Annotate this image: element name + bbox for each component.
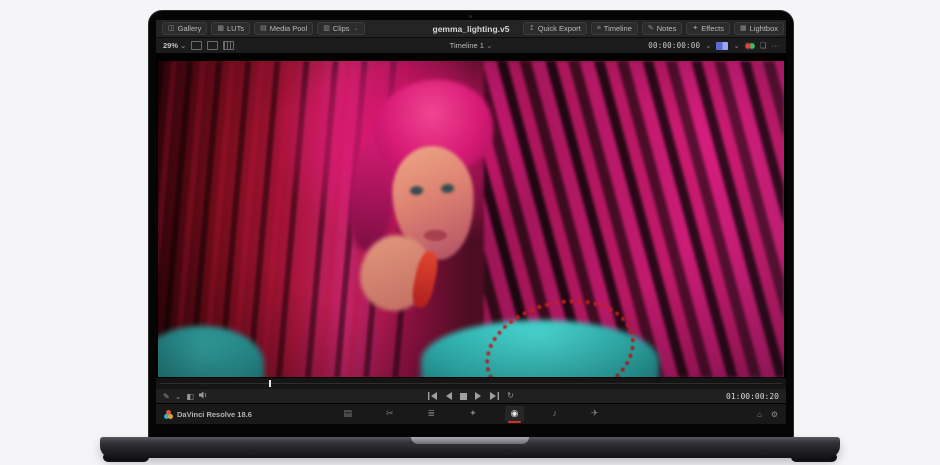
- webcam-icon: [469, 15, 472, 18]
- lid-groove: [411, 437, 529, 444]
- single-clip-view-icon[interactable]: [191, 41, 202, 50]
- toolbar-right-group: ↥ Quick Export ≡ Timeline ✎ Notes ✦ Effe…: [523, 22, 784, 36]
- playhead-marker[interactable]: [269, 380, 271, 387]
- quick-export-label: Quick Export: [538, 25, 581, 33]
- stop-button[interactable]: [460, 393, 467, 400]
- clips-icon: ▥: [323, 25, 330, 32]
- scopes-icon[interactable]: [745, 42, 755, 50]
- main-toolbar: ◫ Gallery ▦ LUTs ▤ Media Pool ▥ Clips: [156, 20, 786, 38]
- page-tabs: ▤ ✂ ≣ ✦ ◉ ♪ ✈: [156, 406, 786, 422]
- desktop-background: ◫ Gallery ▦ LUTs ▤ Media Pool ▥ Clips: [0, 0, 940, 465]
- viewer-scrub-bar[interactable]: [156, 377, 786, 389]
- quick-export-icon: ↥: [529, 25, 535, 32]
- viewer-zoom-value: 29%: [163, 41, 178, 50]
- play-button[interactable]: [475, 392, 482, 400]
- step-back-button[interactable]: [445, 392, 452, 400]
- page-navigation-bar: DaVinci Resolve 18.6 ▤ ✂ ≣ ✦ ◉ ♪ ✈ ⌂ ⚙: [156, 403, 786, 424]
- viewer-zoom-select[interactable]: 29% ⌄: [163, 41, 186, 50]
- lightbox-button[interactable]: ▦ Lightbox: [734, 22, 784, 36]
- luts-icon: ▦: [217, 25, 224, 32]
- timeline-name: Timeline 1: [450, 41, 484, 50]
- timeline-button[interactable]: ≡ Timeline: [591, 22, 638, 36]
- skip-to-start-button[interactable]: [428, 392, 437, 400]
- toolbar-left-group: ◫ Gallery ▦ LUTs ▤ Media Pool ▥ Clips: [162, 22, 369, 36]
- page-tab-cut[interactable]: ✂: [380, 406, 400, 422]
- effects-label: Effects: [701, 25, 724, 33]
- media-pool-label: Media Pool: [270, 25, 308, 33]
- chevron-down-icon: ⌄: [180, 41, 186, 50]
- page-tab-fairlight[interactable]: ♪: [546, 406, 563, 422]
- transport-bar: ✎ ⌄ ◧: [156, 389, 786, 403]
- viewer-timecode[interactable]: 00:00:00:00: [648, 41, 700, 50]
- graded-clip-image: [158, 61, 784, 377]
- davinci-resolve-window: ◫ Gallery ▦ LUTs ▤ Media Pool ▥ Clips: [156, 20, 786, 424]
- lightbox-icon: ▦: [740, 25, 747, 32]
- media-pool-button[interactable]: ▤ Media Pool: [254, 22, 313, 36]
- chevron-down-icon: ⌄: [354, 26, 359, 32]
- transport-controls: ↻: [156, 392, 786, 400]
- loop-playback-button[interactable]: ↻: [507, 392, 514, 400]
- chevron-down-icon: ⌄: [705, 41, 711, 50]
- timeline-label: Timeline: [604, 25, 632, 33]
- image-wipe-icon[interactable]: [223, 41, 234, 50]
- page-tab-color[interactable]: ◉: [505, 406, 525, 422]
- timeline-icon: ≡: [597, 25, 601, 32]
- vignette-overlay: [158, 61, 784, 377]
- scrub-track: [160, 383, 782, 384]
- clips-label: Clips: [333, 25, 350, 33]
- skip-to-end-button[interactable]: [490, 392, 499, 400]
- laptop-lid: ◫ Gallery ▦ LUTs ▤ Media Pool ▥ Clips: [148, 10, 794, 437]
- viewer-toolbar: 29% ⌄ Timeline 1 ⌄ 00:00:00:00 ⌄ ⌄: [156, 38, 786, 54]
- gallery-label: Gallery: [178, 25, 202, 33]
- luts-button[interactable]: ▦ LUTs: [211, 22, 250, 36]
- gallery-button[interactable]: ◫ Gallery: [162, 22, 207, 36]
- split-screen-icon[interactable]: [207, 41, 218, 50]
- expand-viewer-icon[interactable]: ❏: [760, 41, 767, 50]
- viewer-options-icon[interactable]: ···: [772, 41, 780, 50]
- chevron-down-icon: ⌄: [486, 41, 492, 50]
- notes-button[interactable]: ✎ Notes: [642, 22, 682, 36]
- chevron-down-icon: ⌄: [733, 41, 739, 50]
- effects-icon: ✦: [692, 25, 698, 32]
- gallery-icon: ◫: [168, 25, 175, 32]
- media-pool-icon: ▤: [260, 25, 267, 32]
- effects-button[interactable]: ✦ Effects: [686, 22, 730, 36]
- page-tab-fusion[interactable]: ✦: [463, 406, 483, 422]
- quick-export-button[interactable]: ↥ Quick Export: [523, 22, 587, 36]
- page-tab-media[interactable]: ▤: [337, 406, 358, 422]
- clips-button[interactable]: ▥ Clips ⌄: [317, 22, 364, 36]
- laptop-base: [100, 437, 840, 458]
- page-tab-edit[interactable]: ≣: [422, 406, 442, 422]
- luts-label: LUTs: [227, 25, 244, 33]
- viewer-canvas[interactable]: [156, 54, 786, 377]
- notes-icon: ✎: [648, 25, 654, 32]
- notes-label: Notes: [657, 25, 677, 33]
- page-tab-deliver[interactable]: ✈: [585, 406, 605, 422]
- lightbox-label: Lightbox: [750, 25, 778, 33]
- wipe-mode-icon[interactable]: [716, 42, 728, 50]
